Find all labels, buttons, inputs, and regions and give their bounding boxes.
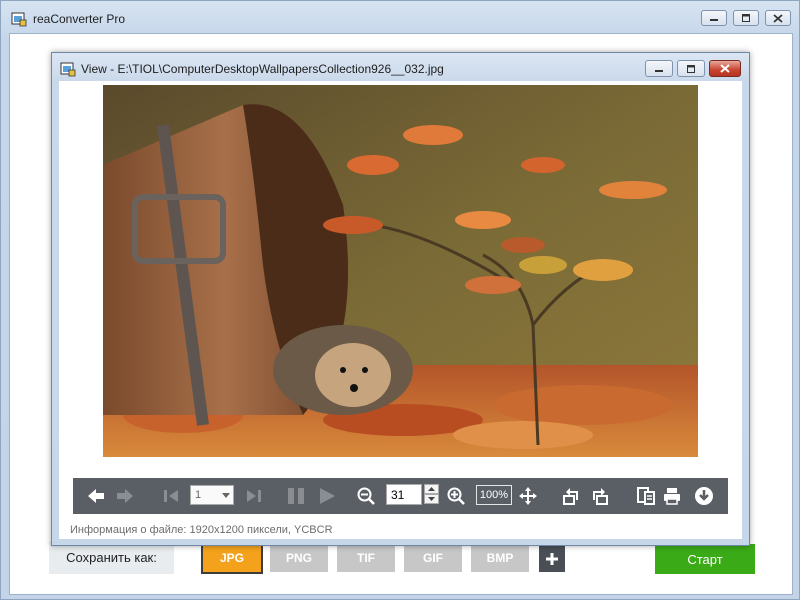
- minimize-icon: [710, 19, 718, 21]
- print-button[interactable]: [661, 485, 683, 507]
- file-info-button[interactable]: [635, 485, 657, 507]
- print-icon: [664, 488, 680, 505]
- zoom-down-button[interactable]: [424, 494, 439, 504]
- last-page-button[interactable]: [243, 485, 265, 507]
- download-icon: [695, 487, 713, 505]
- format-button-jpg[interactable]: JPG: [201, 542, 263, 574]
- view-client-area: 1 31 100% Информация о файле: 1920x1200 …: [59, 81, 742, 539]
- rotate-right-button[interactable]: [589, 485, 611, 507]
- chevron-down-icon: [222, 492, 230, 498]
- last-page-icon: [247, 490, 261, 502]
- app-icon: [60, 62, 76, 77]
- rotate-left-icon: [563, 488, 578, 505]
- close-icon: [720, 64, 730, 73]
- main-window-title: reaConverter Pro: [33, 12, 126, 26]
- plus-icon: [546, 553, 558, 565]
- zoom-out-icon: [357, 487, 375, 505]
- format-button-png[interactable]: PNG: [270, 544, 328, 572]
- rotate-left-button[interactable]: [560, 485, 582, 507]
- format-button-bmp[interactable]: BMP: [471, 544, 529, 572]
- view-window-title: View - E:\TIOL\ComputerDesktopWallpapers…: [81, 62, 444, 76]
- maximize-button[interactable]: [733, 10, 759, 26]
- view-titlebar[interactable]: View - E:\TIOL\ComputerDesktopWallpapers…: [52, 53, 749, 81]
- close-icon: [773, 13, 783, 23]
- play-icon: [320, 488, 335, 504]
- zoom-up-button[interactable]: [424, 484, 439, 494]
- view-maximize-button[interactable]: [677, 60, 705, 77]
- pause-button[interactable]: [285, 485, 307, 507]
- rotate-right-icon: [593, 488, 608, 505]
- arrow-right-icon: [117, 489, 133, 503]
- minimize-button[interactable]: [701, 10, 727, 26]
- view-dialog: View - E:\TIOL\ComputerDesktopWallpapers…: [51, 52, 750, 546]
- pause-icon: [288, 488, 304, 504]
- zoom-spinner[interactable]: [424, 484, 439, 505]
- forward-button[interactable]: [114, 485, 136, 507]
- chevron-down-icon: [428, 497, 435, 501]
- maximize-icon: [687, 64, 695, 73]
- save-button[interactable]: [693, 485, 715, 507]
- zoom-in-icon: [447, 487, 465, 505]
- main-titlebar[interactable]: reaConverter Pro: [1, 1, 799, 35]
- view-minimize-button[interactable]: [645, 60, 673, 77]
- zoom-out-button[interactable]: [355, 485, 377, 507]
- fit-move-button[interactable]: [517, 485, 539, 507]
- minimize-icon: [655, 69, 663, 72]
- first-page-button[interactable]: [160, 485, 182, 507]
- image-preview[interactable]: [103, 85, 698, 457]
- page-number-value: 1: [195, 489, 202, 501]
- page-number-select[interactable]: 1: [190, 485, 234, 505]
- actual-size-button[interactable]: 100%: [476, 485, 512, 505]
- viewer-toolbar: 1 31 100%: [73, 478, 728, 514]
- move-icon: [519, 487, 537, 505]
- arrow-left-icon: [88, 489, 104, 503]
- maximize-icon: [742, 14, 750, 22]
- file-info-icon: [637, 487, 655, 505]
- app-icon: [11, 12, 27, 27]
- zoom-in-button[interactable]: [445, 485, 467, 507]
- add-format-button[interactable]: [539, 546, 565, 572]
- zoom-value-input[interactable]: 31: [386, 484, 422, 505]
- play-button[interactable]: [316, 485, 338, 507]
- first-page-icon: [164, 490, 178, 502]
- format-button-gif[interactable]: GIF: [404, 544, 462, 572]
- format-button-tif[interactable]: TIF: [337, 544, 395, 572]
- back-button[interactable]: [85, 485, 107, 507]
- start-button[interactable]: Старт: [655, 544, 755, 574]
- view-close-button[interactable]: [709, 60, 741, 77]
- zoom-value: 31: [391, 488, 405, 502]
- close-button[interactable]: [765, 10, 791, 26]
- file-info-text: Информация о файле: 1920x1200 пиксели, Y…: [70, 524, 333, 536]
- chevron-up-icon: [428, 487, 435, 491]
- dropdown-arrow[interactable]: [219, 486, 233, 504]
